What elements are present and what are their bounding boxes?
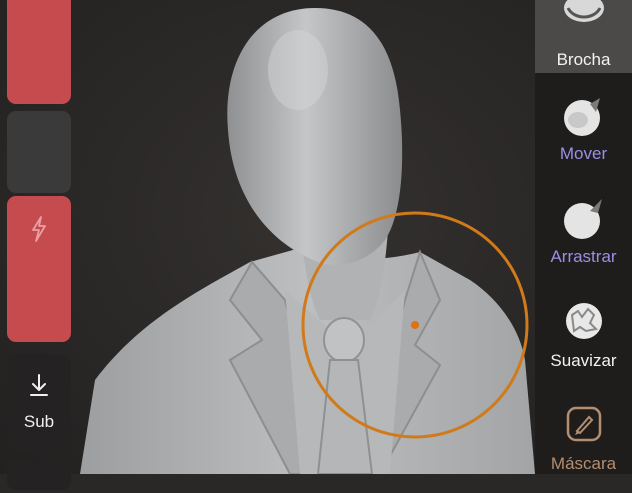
drag-sphere-icon: [560, 193, 608, 241]
left-toolbar: Sub: [0, 0, 82, 490]
sub-label: Sub: [23, 411, 55, 431]
tool-label: Brocha: [556, 50, 611, 69]
brush-sphere-icon: [560, 0, 608, 46]
tool-label: Mover: [559, 144, 608, 163]
tool-label: Arrastrar: [550, 247, 617, 266]
sub-button[interactable]: Sub: [7, 354, 71, 450]
smooth-sphere-icon: [560, 297, 608, 345]
tool-mascara[interactable]: Máscara: [535, 390, 632, 493]
tool-arrastrar[interactable]: Arrastrar: [535, 183, 632, 286]
red-top-button[interactable]: [7, 0, 71, 104]
move-sphere-icon: [560, 90, 608, 138]
tool-label: Máscara: [550, 454, 617, 473]
download-arrow-icon: [29, 373, 49, 402]
lightning-icon: [30, 216, 48, 247]
right-tool-panel: Brocha Mover Arrastrar Suavizar Máscara: [535, 0, 632, 474]
blank-toggle-button[interactable]: [7, 111, 71, 193]
brush-cursor-center: [411, 321, 419, 329]
mask-brush-icon: [560, 400, 608, 448]
tool-mover[interactable]: Mover: [535, 80, 632, 183]
bottom-button[interactable]: [7, 460, 71, 490]
tool-suavizar[interactable]: Suavizar: [535, 287, 632, 390]
tool-brocha[interactable]: Brocha: [535, 0, 632, 73]
tool-label: Suavizar: [550, 351, 617, 370]
lightning-button[interactable]: [7, 196, 71, 342]
